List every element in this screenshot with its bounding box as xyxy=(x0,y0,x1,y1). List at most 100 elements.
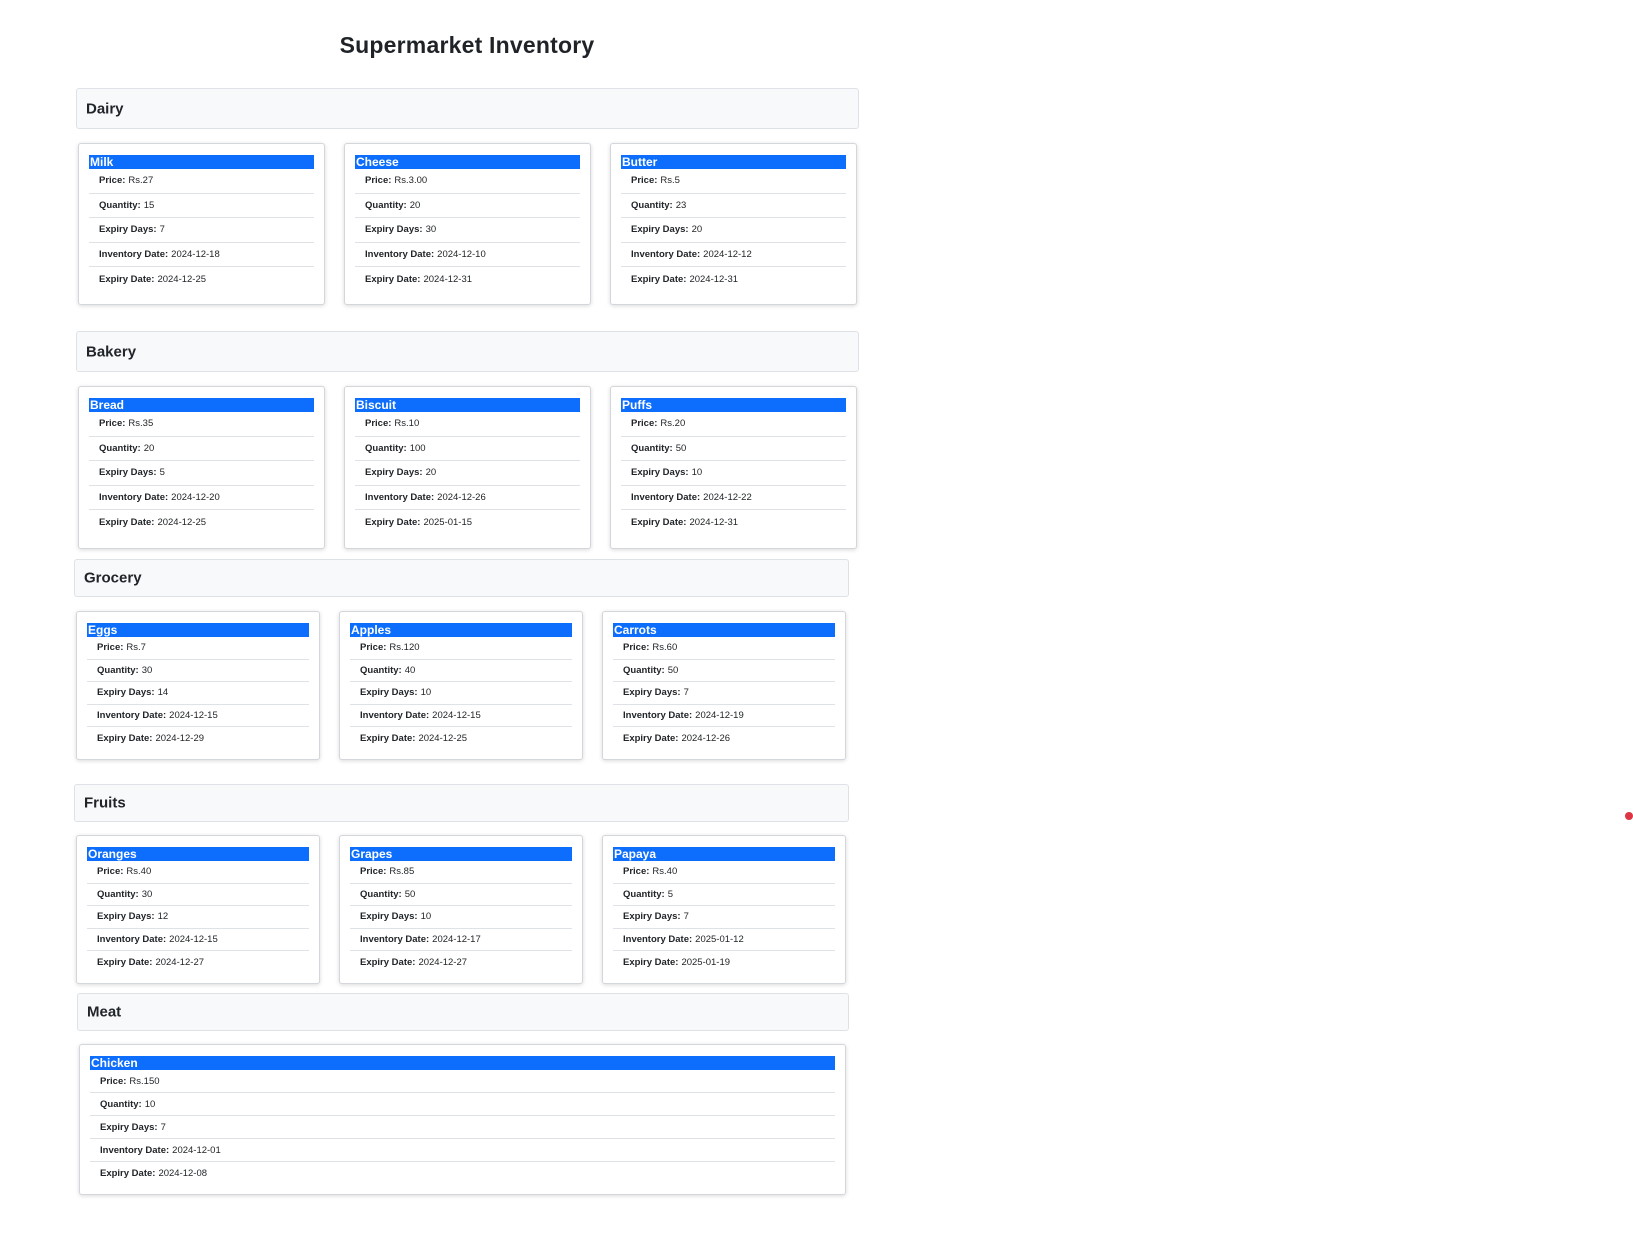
detail-row-quantity: Quantity: 20 xyxy=(355,194,580,219)
product-grid: Milk Price: Rs.27 Quantity: 15 Expiry Days: 7 I… xyxy=(76,143,859,305)
product-card: Papaya Price: Rs.40 Quantity: 5 Expiry Days: 7… xyxy=(602,835,846,984)
detail-label: Expiry Days: xyxy=(631,224,689,236)
detail-label: Quantity: xyxy=(97,888,139,900)
product-name: Eggs xyxy=(87,623,309,637)
detail-value: 15 xyxy=(143,199,155,211)
detail-value: 100 xyxy=(409,442,426,454)
product-details: Price: Rs.5 Quantity: 23 Expiry Days: 20 Inven… xyxy=(621,169,846,292)
detail-row-price: Price: Rs.3.00 xyxy=(355,169,580,194)
product-card: Bread Price: Rs.35 Quantity: 20 Expiry Days: 5… xyxy=(78,386,325,549)
detail-row-expiry-days: Expiry Days: 20 xyxy=(355,461,580,486)
detail-label: Price: xyxy=(360,642,387,654)
detail-row-expiry-days: Expiry Days: 7 xyxy=(613,906,835,929)
detail-value: 2024-12-12 xyxy=(703,249,752,261)
detail-label: Expiry Days: xyxy=(365,224,423,236)
detail-value: 14 xyxy=(157,687,169,699)
detail-value: Rs.40 xyxy=(126,866,152,878)
detail-value: 12 xyxy=(157,911,169,923)
detail-row-expiry-days: Expiry Days: 7 xyxy=(613,682,835,705)
product-card: Cheese Price: Rs.3.00 Quantity: 20 Expiry Day… xyxy=(344,143,591,305)
product-details: Price: Rs.20 Quantity: 50 Expiry Days: 10 Inve… xyxy=(621,412,846,535)
detail-value: 2024-12-08 xyxy=(158,1168,208,1179)
detail-value: Rs.85 xyxy=(389,866,415,878)
detail-row-inventory-date: Inventory Date: 2024-12-10 xyxy=(355,243,580,268)
detail-value: 30 xyxy=(425,224,437,236)
product-name: Apples xyxy=(350,623,572,637)
detail-value: 7 xyxy=(683,911,689,923)
detail-label: Expiry Days: xyxy=(99,224,157,236)
detail-value: Rs.35 xyxy=(128,418,154,430)
detail-row-quantity: Quantity: 50 xyxy=(613,660,835,683)
detail-label: Expiry Days: xyxy=(97,911,155,923)
detail-value: 10 xyxy=(144,1098,156,1110)
product-details: Price: Rs.150 Quantity: 10 Expiry Days: 7 Inve… xyxy=(90,1070,835,1185)
category-header: Grocery xyxy=(74,559,849,597)
detail-row-price: Price: Rs.10 xyxy=(355,412,580,437)
detail-value: 2024-12-25 xyxy=(418,733,468,745)
detail-label: Expiry Date: xyxy=(360,957,416,969)
detail-label: Quantity: xyxy=(631,199,673,211)
detail-value: 2024-12-19 xyxy=(695,710,744,722)
detail-row-inventory-date: Inventory Date: 2024-12-26 xyxy=(355,486,580,511)
detail-value: 2024-12-31 xyxy=(689,274,739,286)
detail-label: Expiry Days: xyxy=(360,687,418,699)
product-grid: Chicken Price: Rs.150 Quantity: 10 Expiry Day… xyxy=(77,1044,849,1195)
detail-row-inventory-date: Inventory Date: 2024-12-20 xyxy=(89,486,314,511)
detail-row-price: Price: Rs.40 xyxy=(87,861,309,884)
detail-row-inventory-date: Inventory Date: 2024-12-15 xyxy=(87,929,309,952)
detail-label: Expiry Date: xyxy=(631,274,687,286)
category-header: Fruits xyxy=(74,784,849,822)
detail-label: Price: xyxy=(99,175,126,187)
detail-label: Inventory Date: xyxy=(631,249,701,261)
page-title: Supermarket Inventory xyxy=(339,32,595,58)
detail-label: Inventory Date: xyxy=(97,934,167,946)
detail-row-quantity: Quantity: 15 xyxy=(89,194,314,219)
detail-row-expiry-days: Expiry Days: 12 xyxy=(87,906,309,929)
detail-value: Rs.150 xyxy=(129,1075,160,1087)
detail-label: Quantity: xyxy=(360,888,402,900)
detail-label: Price: xyxy=(100,1075,127,1087)
detail-value: Rs.7 xyxy=(126,642,146,654)
detail-value: 2024-12-25 xyxy=(157,274,207,286)
detail-row-price: Price: Rs.27 xyxy=(89,169,314,194)
product-details: Price: Rs.85 Quantity: 50 Expiry Days: 10 Inve… xyxy=(350,861,572,974)
detail-value: Rs.3.00 xyxy=(394,175,428,187)
detail-value: 5 xyxy=(159,467,165,479)
detail-row-expiry-days: Expiry Days: 10 xyxy=(350,906,572,929)
detail-row-quantity: Quantity: 23 xyxy=(621,194,846,219)
detail-row-quantity: Quantity: 30 xyxy=(87,660,309,683)
detail-value: Rs.20 xyxy=(660,418,686,430)
detail-value: 50 xyxy=(404,888,416,900)
detail-value: 50 xyxy=(667,664,679,676)
product-name: Bread xyxy=(89,398,314,412)
detail-label: Inventory Date: xyxy=(360,934,430,946)
detail-label: Inventory Date: xyxy=(99,249,169,261)
detail-row-expiry-date: Expiry Date: 2024-12-26 xyxy=(613,727,835,750)
detail-row-expiry-days: Expiry Days: 14 xyxy=(87,682,309,705)
detail-label: Expiry Date: xyxy=(100,1168,156,1179)
detail-label: Expiry Days: xyxy=(99,467,157,479)
detail-row-price: Price: Rs.20 xyxy=(621,412,846,437)
detail-row-quantity: Quantity: 50 xyxy=(621,437,846,462)
detail-label: Inventory Date: xyxy=(365,249,435,261)
category-title: Grocery xyxy=(84,569,142,587)
detail-row-inventory-date: Inventory Date: 2025-01-12 xyxy=(613,929,835,952)
detail-label: Inventory Date: xyxy=(360,710,430,722)
detail-row-expiry-date: Expiry Date: 2025-01-15 xyxy=(355,510,580,535)
detail-value: Rs.40 xyxy=(652,866,678,878)
product-details: Price: Rs.27 Quantity: 15 Expiry Days: 7 Inven… xyxy=(89,169,314,292)
category-title: Fruits xyxy=(84,794,126,812)
detail-value: 2025-01-19 xyxy=(681,957,731,969)
detail-label: Expiry Days: xyxy=(360,911,418,923)
detail-row-inventory-date: Inventory Date: 2024-12-17 xyxy=(350,929,572,952)
detail-row-expiry-date: Expiry Date: 2024-12-29 xyxy=(87,727,309,750)
detail-label: Price: xyxy=(631,175,658,187)
product-details: Price: Rs.40 Quantity: 30 Expiry Days: 12 Inve… xyxy=(87,861,309,974)
detail-row-price: Price: Rs.120 xyxy=(350,637,572,660)
product-card: Milk Price: Rs.27 Quantity: 15 Expiry Days: 7 I… xyxy=(78,143,325,305)
detail-label: Price: xyxy=(97,866,124,878)
product-name: Oranges xyxy=(87,847,309,861)
category-title: Bakery xyxy=(86,343,137,360)
detail-row-price: Price: Rs.5 xyxy=(621,169,846,194)
detail-label: Expiry Date: xyxy=(97,957,153,969)
